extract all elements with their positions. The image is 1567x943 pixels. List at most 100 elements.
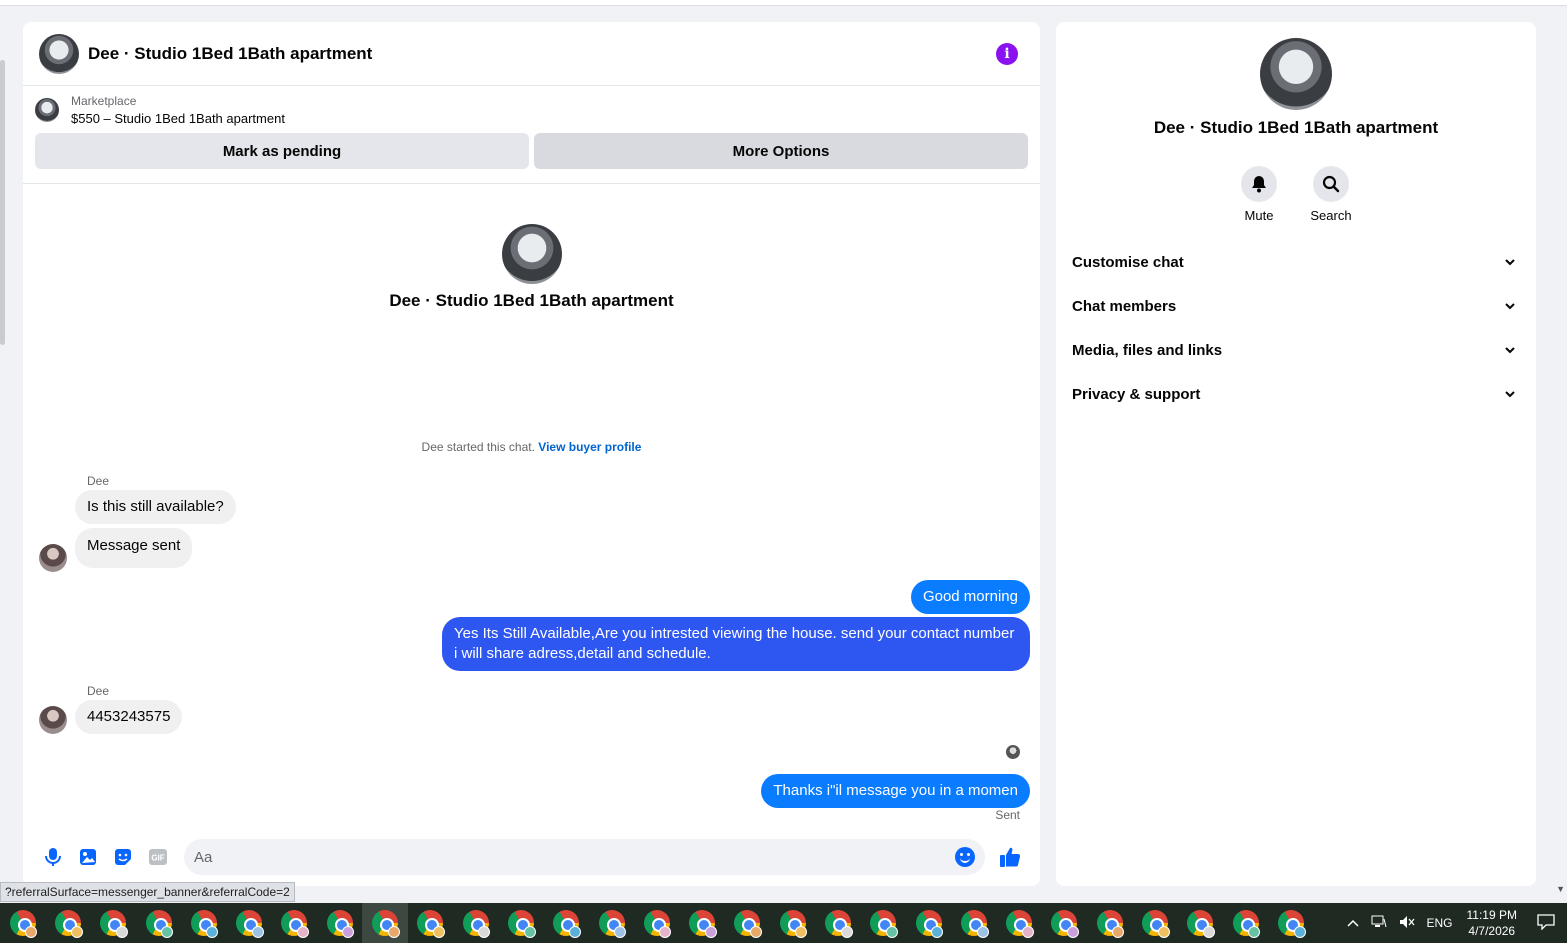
network-icon[interactable] — [1371, 915, 1387, 932]
message-bubble-outgoing[interactable]: Thanks i"il message you in a momen — [761, 774, 1030, 808]
clock-time: 11:19 PM — [1466, 908, 1517, 922]
sender-name: Dee — [87, 474, 110, 488]
chat-members-section[interactable]: Chat members — [1072, 284, 1520, 328]
left-scrollbar[interactable] — [0, 60, 5, 345]
profile-badge-icon — [297, 926, 310, 938]
sender-avatar[interactable] — [39, 706, 67, 734]
taskbar-chrome-button[interactable] — [906, 903, 951, 943]
profile-name: Dee · Studio 1Bed 1Bath apartment — [1153, 118, 1439, 137]
taskbar-chrome-button[interactable] — [408, 903, 453, 943]
taskbar-chrome-button[interactable] — [1132, 903, 1177, 943]
privacy-support-section[interactable]: Privacy & support — [1072, 372, 1520, 416]
message-bubble[interactable]: 4453243575 — [75, 700, 183, 734]
taskbar-chrome-button[interactable] — [45, 903, 90, 943]
taskbar-chrome-button[interactable] — [679, 903, 724, 943]
profile-avatar[interactable] — [1260, 38, 1332, 110]
profile-badge-icon — [478, 926, 491, 938]
profile-badge-icon — [1293, 926, 1306, 938]
info-icon[interactable]: i — [996, 42, 1018, 65]
profile-badge-icon — [1112, 926, 1125, 938]
profile-badge-icon — [342, 926, 355, 938]
taskbar-chrome-button[interactable] — [589, 903, 634, 943]
marketplace-banner: Marketplace $550 – Studio 1Bed 1Bath apa… — [23, 86, 1040, 184]
thumbs-up-icon[interactable] — [993, 839, 1028, 875]
mute-label: Mute — [1244, 208, 1274, 223]
status-url-tooltip: ?referralSurface=messenger_banner&referr… — [0, 882, 295, 902]
profile-badge-icon — [750, 926, 763, 938]
listing-thumbnail — [35, 98, 59, 122]
taskbar-chrome-button[interactable] — [1223, 903, 1268, 943]
profile-badge-icon — [931, 926, 944, 938]
mark-pending-button[interactable]: Mark as pending — [35, 133, 529, 169]
taskbar-chrome-button[interactable] — [362, 903, 408, 943]
listing-title[interactable]: $550 – Studio 1Bed 1Bath apartment — [71, 111, 285, 126]
volume-muted-icon[interactable] — [1399, 915, 1415, 932]
more-options-button[interactable]: More Options — [534, 133, 1028, 169]
taskbar-chrome-button[interactable] — [453, 903, 498, 943]
sender-name: Dee — [87, 684, 110, 698]
taskbar-chrome-button[interactable] — [1268, 903, 1313, 943]
language-indicator[interactable]: ENG — [1427, 916, 1453, 930]
chevron-down-icon — [1505, 303, 1515, 310]
taskbar-chrome-button[interactable] — [91, 903, 136, 943]
view-buyer-profile-link[interactable]: View buyer profile — [538, 440, 641, 454]
profile-badge-icon — [1021, 926, 1034, 938]
taskbar-chrome-button[interactable] — [770, 903, 815, 943]
notifications-icon[interactable] — [1537, 913, 1555, 933]
taskbar-chrome-button[interactable] — [498, 903, 543, 943]
profile-badge-icon — [115, 926, 128, 938]
seen-indicator-avatar — [1006, 745, 1020, 759]
mute-button[interactable]: Mute — [1223, 166, 1295, 223]
taskbar-chrome-button[interactable] — [634, 903, 679, 943]
media-files-links-section[interactable]: Media, files and links — [1072, 328, 1520, 372]
svg-text:GIF: GIF — [152, 854, 165, 863]
taskbar-chrome-button[interactable] — [725, 903, 770, 943]
taskbar-chrome-button[interactable] — [317, 903, 362, 943]
sender-avatar[interactable] — [39, 544, 67, 572]
scroll-down-arrow-icon[interactable]: ▼ — [1556, 884, 1565, 894]
intro-avatar — [502, 224, 562, 284]
sent-status: Sent — [995, 808, 1020, 822]
profile-badge-icon — [614, 926, 627, 938]
taskbar-chrome-button[interactable] — [136, 903, 181, 943]
taskbar-chrome-button[interactable] — [815, 903, 860, 943]
message-bubble-outgoing[interactable]: Yes Its Still Available,Are you intreste… — [442, 617, 1030, 671]
photo-icon[interactable] — [70, 839, 105, 875]
profile-badge-icon — [840, 926, 853, 938]
taskbar-chrome-button[interactable] — [1042, 903, 1087, 943]
taskbar-chrome-button[interactable] — [544, 903, 589, 943]
search-button[interactable]: Search — [1295, 166, 1367, 223]
taskbar-chrome-button[interactable] — [1178, 903, 1223, 943]
taskbar-chrome-button[interactable] — [272, 903, 317, 943]
chat-panel: Dee · Studio 1Bed 1Bath apartment i Mark… — [23, 22, 1040, 886]
taskbar-chrome-button[interactable] — [997, 903, 1042, 943]
profile-badge-icon — [704, 926, 717, 938]
customise-chat-section[interactable]: Customise chat — [1072, 240, 1520, 284]
message-composer: GIF — [23, 828, 1040, 886]
taskbar-chrome-button[interactable] — [1087, 903, 1132, 943]
message-bubble-outgoing[interactable]: Good morning — [910, 580, 1030, 614]
taskbar-chrome-button[interactable] — [181, 903, 226, 943]
clock[interactable]: 11:19 PM 4/7/2026 — [1467, 907, 1517, 939]
taskbar-chrome-button[interactable] — [951, 903, 996, 943]
sticker-icon[interactable] — [105, 839, 140, 875]
profile-badge-icon — [1203, 926, 1216, 938]
profile-badge-icon — [251, 926, 264, 938]
taskbar-chrome-button[interactable] — [861, 903, 906, 943]
message-input[interactable] — [193, 848, 955, 866]
taskbar-chrome-button[interactable] — [226, 903, 271, 943]
chat-title[interactable]: Dee · Studio 1Bed 1Bath apartment — [88, 44, 372, 64]
emoji-icon[interactable] — [954, 847, 975, 867]
message-bubble[interactable]: Message sent — [75, 528, 193, 568]
profile-badge-icon — [70, 926, 83, 938]
conversation-area: Dee · Studio 1Bed 1Bath apartment Dee st… — [23, 184, 1040, 886]
gif-icon[interactable]: GIF — [141, 839, 176, 875]
profile-badge-icon — [1248, 926, 1261, 938]
conversation-info-panel: Dee · Studio 1Bed 1Bath apartment Mute S… — [1056, 22, 1536, 886]
message-bubble[interactable]: Is this still available? — [75, 490, 236, 524]
microphone-icon[interactable] — [35, 839, 70, 875]
chat-avatar[interactable] — [39, 33, 79, 74]
chevron-up-icon[interactable] — [1346, 916, 1359, 930]
taskbar-chrome-button[interactable] — [0, 903, 45, 943]
bell-icon — [1241, 166, 1277, 202]
